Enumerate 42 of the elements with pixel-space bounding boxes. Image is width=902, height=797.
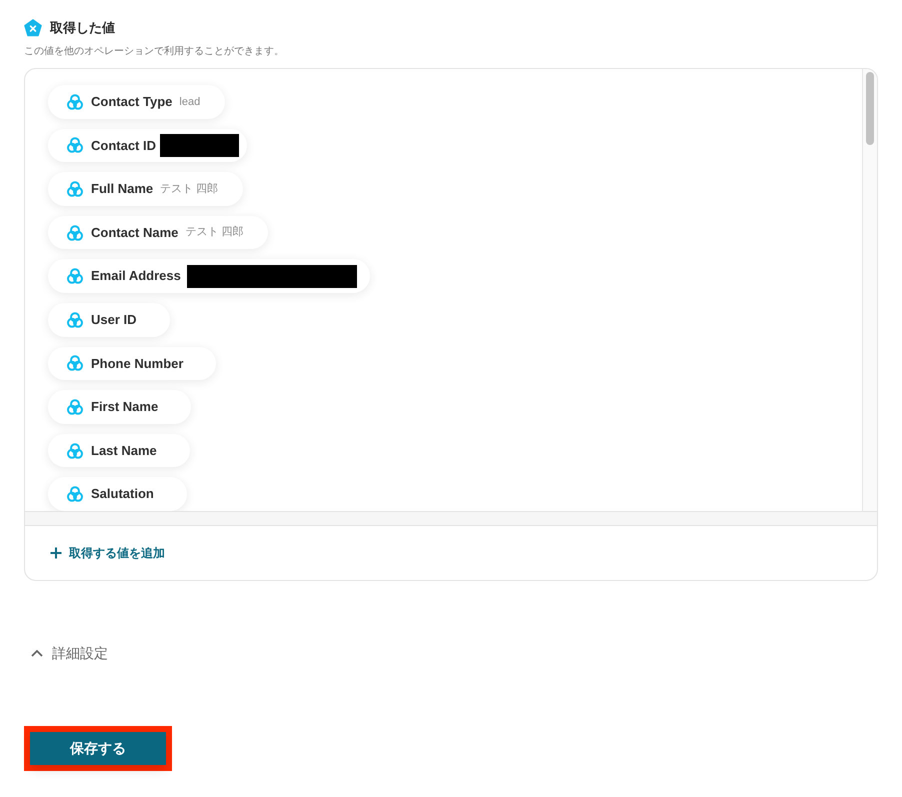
variable-chip[interactable]: Contact Name テスト 四郎 bbox=[48, 216, 268, 250]
linked-circles-icon bbox=[67, 224, 83, 241]
variable-label: Contact ID bbox=[91, 136, 156, 155]
linked-circles-icon bbox=[67, 268, 83, 284]
save-button[interactable]: 保存する bbox=[30, 732, 166, 765]
linked-circles-icon bbox=[67, 180, 83, 197]
variable-chip[interactable]: Contact ID bbox=[48, 128, 247, 162]
variable-chip[interactable]: Last Name bbox=[48, 434, 190, 468]
value-text: テスト 四郎 bbox=[185, 224, 244, 240]
variable-label: First Name bbox=[91, 398, 158, 416]
value-text: テスト 四郎 bbox=[160, 182, 218, 197]
advanced-settings-toggle[interactable]: 詳細設定 bbox=[24, 643, 108, 663]
variable-label: Last Name bbox=[91, 442, 157, 460]
linked-circles-icon bbox=[67, 137, 83, 154]
linked-circles-icon bbox=[67, 355, 83, 372]
variable-chip[interactable]: Salutation bbox=[48, 477, 187, 511]
variable-label: User ID bbox=[91, 311, 137, 330]
linked-circles-icon bbox=[67, 398, 83, 415]
variable-label: Contact Type bbox=[91, 93, 172, 112]
scrollbar-thumb[interactable] bbox=[866, 72, 874, 145]
variable-chip[interactable]: First Name bbox=[48, 390, 192, 424]
variable-label: Contact Name bbox=[91, 224, 178, 242]
linked-circles-icon bbox=[67, 442, 83, 459]
linked-circles-icon bbox=[67, 94, 83, 110]
variable-label: Phone Number bbox=[91, 354, 184, 373]
plus-icon bbox=[50, 547, 62, 559]
variable-label: Salutation bbox=[91, 485, 154, 504]
pentagon-x-icon bbox=[24, 19, 42, 37]
section-title: 取得した値 bbox=[50, 19, 115, 38]
value-text: lead bbox=[179, 94, 200, 110]
variable-chip[interactable]: Contact Type lead bbox=[48, 85, 226, 119]
variable-chip[interactable]: Full Name テスト 四郎 bbox=[48, 172, 244, 206]
chevron-up-icon bbox=[31, 649, 43, 657]
variable-label: Email Address bbox=[91, 267, 181, 286]
variable-chip[interactable]: Email Address bbox=[48, 259, 370, 293]
variable-label: Full Name bbox=[91, 180, 154, 198]
add-value-link[interactable]: 取得する値を追加 bbox=[50, 544, 165, 562]
linked-circles-icon bbox=[67, 312, 83, 328]
linked-circles-icon bbox=[67, 486, 83, 502]
variable-chip[interactable]: Phone Number bbox=[48, 346, 216, 380]
section-description: この値を他のオペレーションで利用することができます。 bbox=[24, 45, 285, 59]
variable-chip[interactable]: User ID bbox=[48, 302, 170, 337]
